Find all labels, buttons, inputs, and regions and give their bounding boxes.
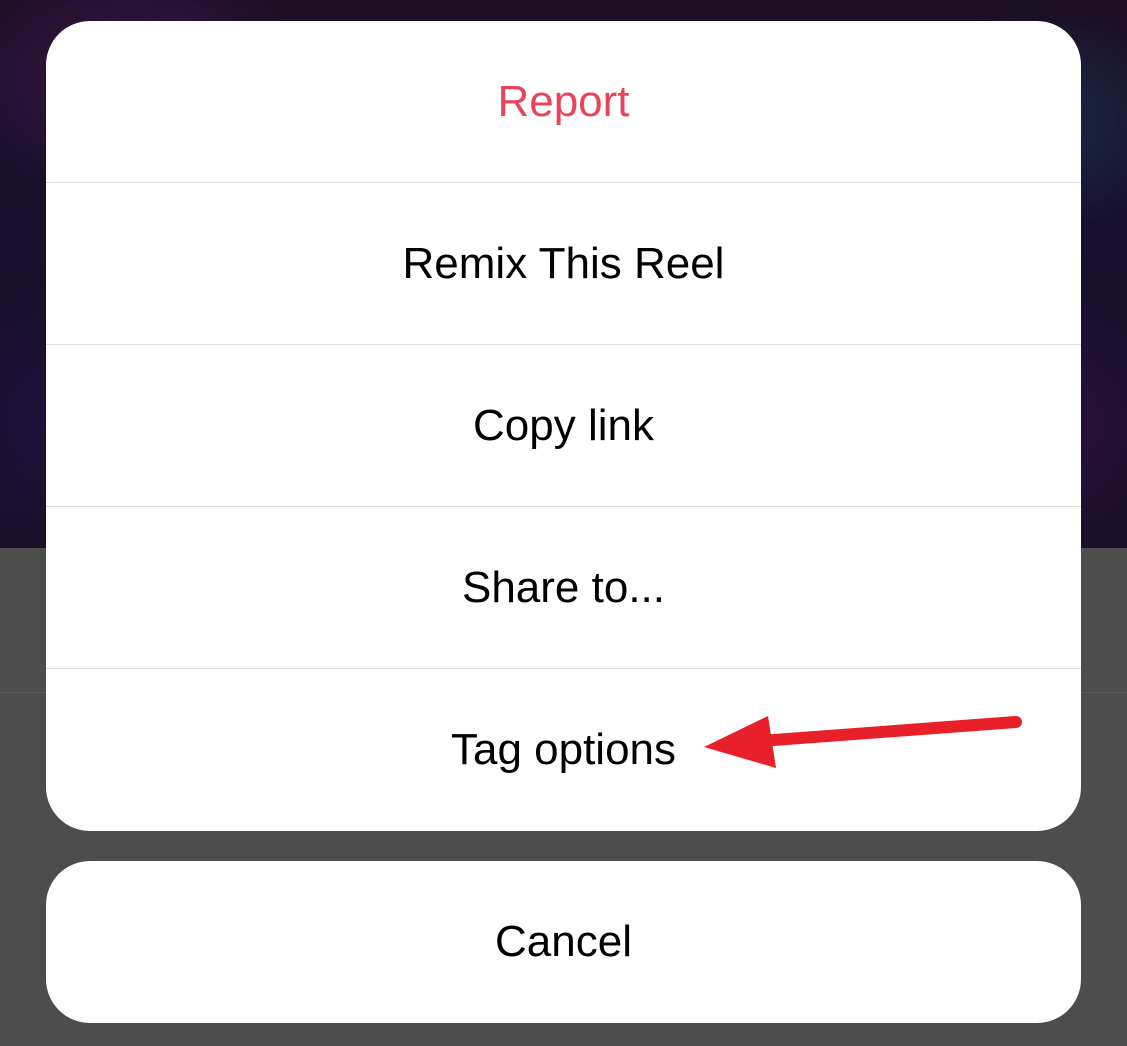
tag-options-label: Tag options	[450, 724, 677, 774]
share-to-button[interactable]: Share to...	[46, 507, 1081, 669]
report-label: Report	[497, 76, 630, 126]
cancel-label: Cancel	[495, 917, 632, 966]
copy-link-label: Copy link	[473, 400, 654, 450]
screen: Report Remix This Reel Copy link Share t…	[0, 0, 1127, 1046]
report-button[interactable]: Report	[46, 21, 1081, 183]
copy-link-button[interactable]: Copy link	[46, 345, 1081, 507]
action-sheet: Report Remix This Reel Copy link Share t…	[46, 21, 1081, 831]
share-to-label: Share to...	[461, 562, 665, 612]
remix-this-reel-button[interactable]: Remix This Reel	[46, 183, 1081, 345]
tag-options-button[interactable]: Tag options	[46, 669, 1081, 830]
remix-this-reel-label: Remix This Reel	[402, 238, 725, 288]
cancel-button[interactable]: Cancel	[46, 861, 1081, 1023]
